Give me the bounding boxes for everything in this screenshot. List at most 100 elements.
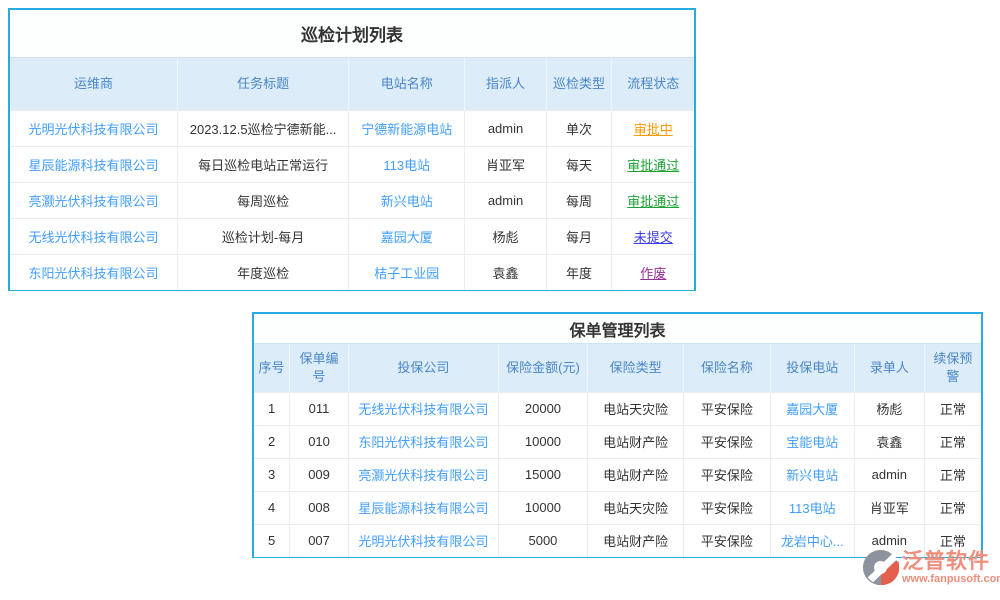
table-row: 4 008 星辰能源科技有限公司 10000 电站天灾险 平安保险 113电站 …	[254, 491, 981, 524]
policy-number: 009	[290, 458, 349, 491]
insurance-type: 电站天灾险	[588, 392, 684, 425]
inspection-plan-panel: 巡检计划列表 运维商 任务标题 电站名称 指派人 巡检类型 流程状态 光明光伏科…	[8, 8, 696, 291]
assignee: 杨彪	[465, 218, 546, 254]
renewal-warning: 正常	[924, 458, 981, 491]
station-link[interactable]: 龙岩中心...	[770, 524, 854, 557]
table-row: 无线光伏科技有限公司 巡检计划-每月 嘉园大厦 杨彪 每月 未提交	[10, 218, 694, 254]
insurance-type: 电站财产险	[588, 425, 684, 458]
table-row: 1 011 无线光伏科技有限公司 20000 电站天灾险 平安保险 嘉园大厦 杨…	[254, 392, 981, 425]
renewal-warning: 正常	[924, 491, 981, 524]
table-row: 光明光伏科技有限公司 2023.12.5巡检宁德新能... 宁德新能源电站 ad…	[10, 110, 694, 146]
status-link[interactable]: 审批通过	[612, 182, 694, 218]
recorder: 袁鑫	[854, 425, 924, 458]
column-header-no: 序号	[254, 344, 290, 392]
policy-table-title: 保单管理列表	[254, 314, 981, 344]
status-link[interactable]: 审批中	[612, 110, 694, 146]
insurance-amount: 20000	[498, 392, 587, 425]
assignee: admin	[465, 182, 546, 218]
insurance-amount: 15000	[498, 458, 587, 491]
insurance-name: 平安保险	[684, 392, 771, 425]
insurance-name: 平安保险	[684, 524, 771, 557]
status-link[interactable]: 未提交	[612, 218, 694, 254]
policy-number: 010	[290, 425, 349, 458]
column-header-policy-no: 保单编号	[290, 344, 349, 392]
policy-management-panel: 保单管理列表 序号 保单编号 投保公司 保险金额(元) 保险类型 保险名称 投保…	[252, 312, 983, 558]
row-number: 2	[254, 425, 290, 458]
insurance-type: 电站财产险	[588, 458, 684, 491]
policy-table-header: 序号 保单编号 投保公司 保险金额(元) 保险类型 保险名称 投保电站 录单人 …	[254, 344, 981, 392]
policy-number: 008	[290, 491, 349, 524]
recorder: 杨彪	[854, 392, 924, 425]
status-link[interactable]: 作废	[612, 254, 694, 290]
row-number: 4	[254, 491, 290, 524]
task-title: 年度巡检	[178, 254, 349, 290]
column-header-status: 流程状态	[612, 58, 694, 110]
vendor-link[interactable]: 亮灏光伏科技有限公司	[10, 182, 178, 218]
column-header-recorder: 录单人	[854, 344, 924, 392]
assignee: admin	[465, 110, 546, 146]
table-row: 3 009 亮灏光伏科技有限公司 15000 电站财产险 平安保险 新兴电站 a…	[254, 458, 981, 491]
company-link[interactable]: 星辰能源科技有限公司	[348, 491, 498, 524]
policy-table: 序号 保单编号 投保公司 保险金额(元) 保险类型 保险名称 投保电站 录单人 …	[254, 344, 981, 557]
task-title: 每周巡检	[178, 182, 349, 218]
insurance-amount: 10000	[498, 491, 587, 524]
insurance-type: 电站财产险	[588, 524, 684, 557]
company-link[interactable]: 亮灏光伏科技有限公司	[348, 458, 498, 491]
company-link[interactable]: 东阳光伏科技有限公司	[348, 425, 498, 458]
station-link[interactable]: 嘉园大厦	[770, 392, 854, 425]
policy-number: 007	[290, 524, 349, 557]
inspection-table-header: 运维商 任务标题 电站名称 指派人 巡检类型 流程状态	[10, 58, 694, 110]
vendor-link[interactable]: 星辰能源科技有限公司	[10, 146, 178, 182]
insurance-type: 电站天灾险	[588, 491, 684, 524]
insurance-name: 平安保险	[684, 458, 771, 491]
inspection-table: 运维商 任务标题 电站名称 指派人 巡检类型 流程状态 光明光伏科技有限公司 2…	[10, 58, 694, 290]
policy-number: 011	[290, 392, 349, 425]
vendor-link[interactable]: 光明光伏科技有限公司	[10, 110, 178, 146]
assignee: 肖亚军	[465, 146, 546, 182]
renewal-warning: 正常	[924, 392, 981, 425]
brand-url-link[interactable]: www.fanpusoft.com	[902, 574, 1000, 585]
station-link[interactable]: 113电站	[770, 491, 854, 524]
station-link[interactable]: 新兴电站	[349, 182, 465, 218]
station-link[interactable]: 113电站	[349, 146, 465, 182]
vendor-link[interactable]: 东阳光伏科技有限公司	[10, 254, 178, 290]
station-link[interactable]: 桔子工业园	[349, 254, 465, 290]
status-link[interactable]: 审批通过	[612, 146, 694, 182]
column-header-station: 电站名称	[349, 58, 465, 110]
inspection-type: 年度	[546, 254, 612, 290]
insurance-name: 平安保险	[684, 491, 771, 524]
column-header-task: 任务标题	[178, 58, 349, 110]
column-header-company: 投保公司	[348, 344, 498, 392]
station-link[interactable]: 宁德新能源电站	[349, 110, 465, 146]
column-header-insurance-name: 保险名称	[684, 344, 771, 392]
task-title: 巡检计划-每月	[178, 218, 349, 254]
station-link[interactable]: 新兴电站	[770, 458, 854, 491]
station-link[interactable]: 宝能电站	[770, 425, 854, 458]
table-row: 亮灏光伏科技有限公司 每周巡检 新兴电站 admin 每周 审批通过	[10, 182, 694, 218]
column-header-renewal-warning: 续保预警	[924, 344, 981, 392]
renewal-warning: 正常	[924, 425, 981, 458]
column-header-insured-station: 投保电站	[770, 344, 854, 392]
vendor-link[interactable]: 无线光伏科技有限公司	[10, 218, 178, 254]
brand-name: 泛普软件	[902, 551, 1000, 572]
task-title: 每日巡检电站正常运行	[178, 146, 349, 182]
table-row: 星辰能源科技有限公司 每日巡检电站正常运行 113电站 肖亚军 每天 审批通过	[10, 146, 694, 182]
task-title: 2023.12.5巡检宁德新能...	[178, 110, 349, 146]
fanpu-logo-icon	[862, 549, 899, 586]
station-link[interactable]: 嘉园大厦	[349, 218, 465, 254]
company-link[interactable]: 无线光伏科技有限公司	[348, 392, 498, 425]
column-header-amount: 保险金额(元)	[498, 344, 587, 392]
row-number: 5	[254, 524, 290, 557]
inspection-type: 单次	[546, 110, 612, 146]
insurance-amount: 10000	[498, 425, 587, 458]
fanpu-logo: 泛普软件 www.fanpusoft.com	[862, 549, 994, 586]
recorder: 肖亚军	[854, 491, 924, 524]
inspection-table-title: 巡检计划列表	[10, 10, 694, 58]
insurance-name: 平安保险	[684, 425, 771, 458]
column-header-type: 巡检类型	[546, 58, 612, 110]
row-number: 1	[254, 392, 290, 425]
row-number: 3	[254, 458, 290, 491]
column-header-assignee: 指派人	[465, 58, 546, 110]
inspection-type: 每月	[546, 218, 612, 254]
company-link[interactable]: 光明光伏科技有限公司	[348, 524, 498, 557]
